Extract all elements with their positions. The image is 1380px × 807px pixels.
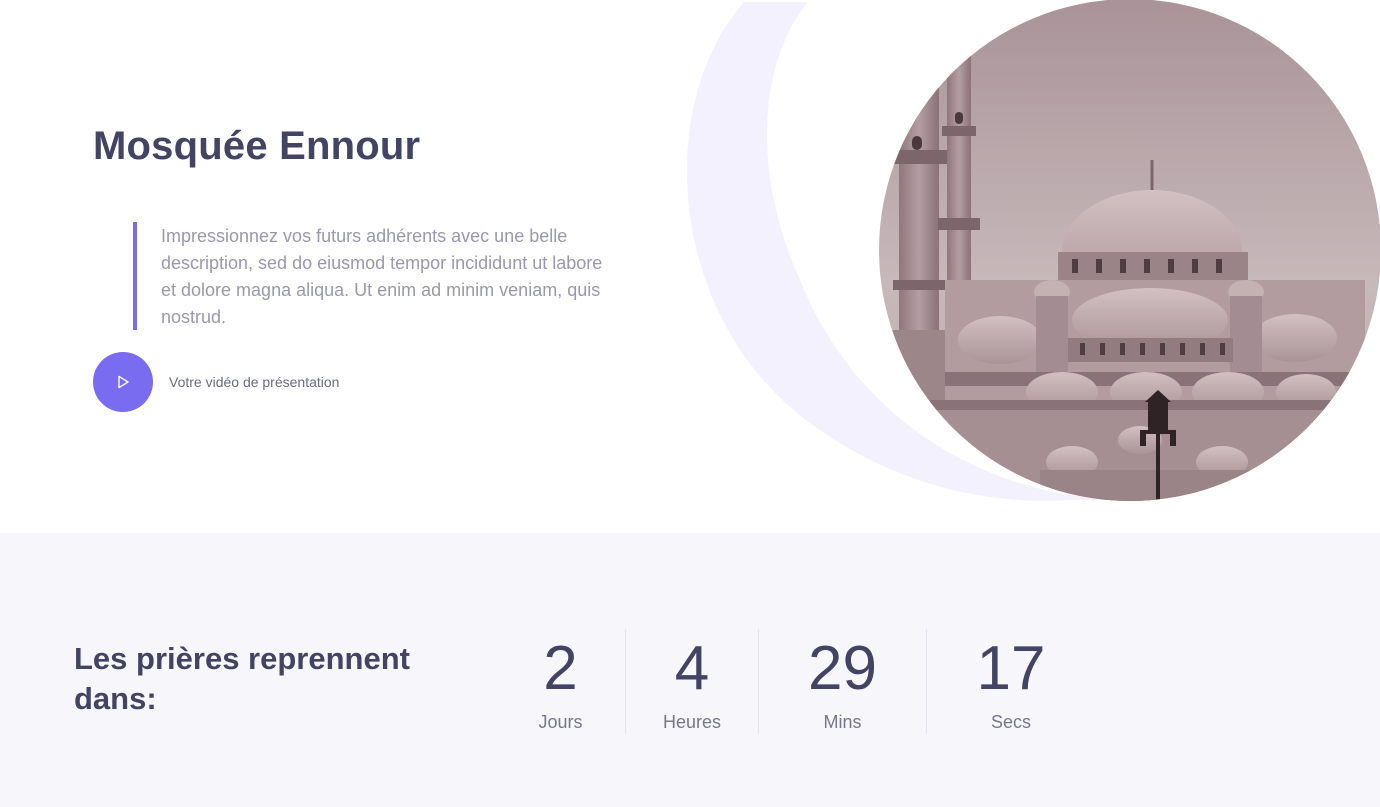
- countdown-section: Les prières reprennent dans: 2 Jours 4 H…: [0, 533, 1380, 807]
- countdown-mins: 29 Mins: [759, 629, 927, 734]
- countdown-hours-label: Heures: [662, 712, 722, 732]
- countdown-mins-value: 29: [808, 634, 877, 703]
- video-label[interactable]: Votre vidéo de présentation: [169, 374, 339, 390]
- countdown-secs-value: 17: [976, 634, 1046, 703]
- countdown-mins-label: Mins: [823, 712, 862, 732]
- countdown-hours-value: 4: [674, 634, 710, 703]
- page: Mosquée Ennour Impressionnez vos futurs …: [0, 0, 1380, 807]
- play-button[interactable]: [93, 352, 153, 412]
- video-link[interactable]: Votre vidéo de présentation: [93, 352, 339, 412]
- countdown-days-label: Jours: [538, 712, 583, 732]
- countdown-hours: 4 Heures: [626, 629, 759, 734]
- countdown-days: 2 Jours: [496, 629, 626, 734]
- hero-description-block: Impressionnez vos futurs adhérents avec …: [133, 222, 603, 330]
- play-icon: [118, 375, 129, 389]
- countdown-days-value: 2: [543, 634, 578, 703]
- countdown-heading: Les prières reprennent dans:: [74, 641, 410, 716]
- countdown-secs: 17 Secs: [927, 629, 1095, 734]
- countdown-secs-label: Secs: [990, 712, 1032, 732]
- hero-section: Mosquée Ennour Impressionnez vos futurs …: [0, 0, 1380, 533]
- hero-description: Impressionnez vos futurs adhérents avec …: [161, 226, 603, 327]
- page-title: Mosquée Ennour: [93, 124, 421, 168]
